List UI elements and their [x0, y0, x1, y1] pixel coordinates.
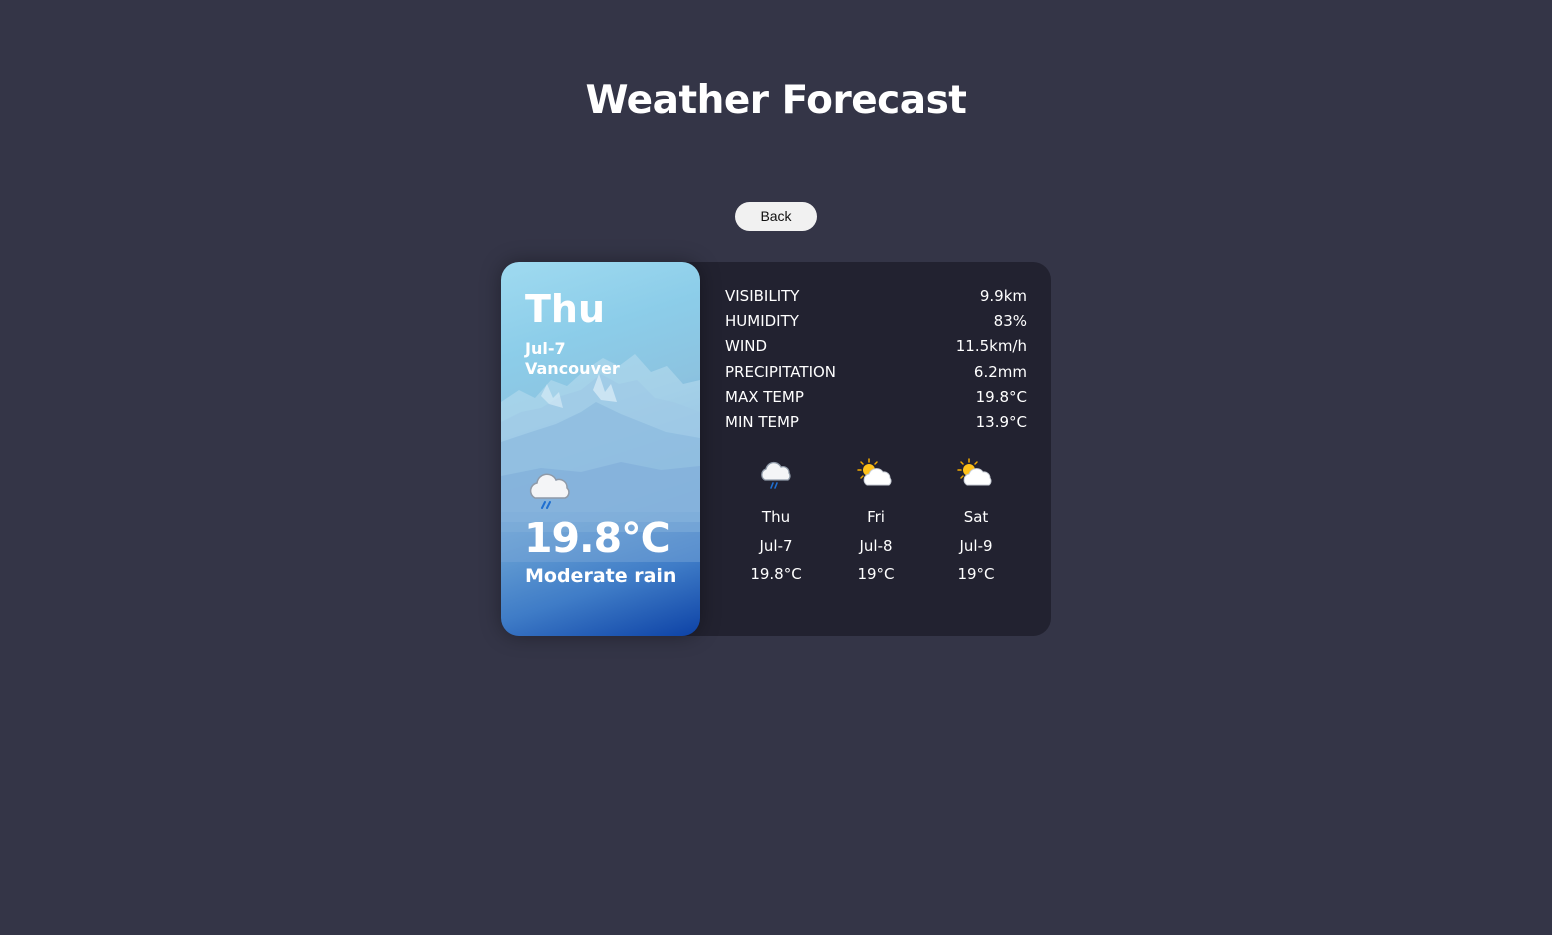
stat-row-max-temp: MAX TEMP 19.8°C [725, 385, 1027, 410]
forecast-item[interactable]: Fri Jul-8 19°C [826, 456, 926, 584]
today-temperature: 19.8°C [524, 514, 671, 562]
rain-cloud-icon [529, 473, 570, 509]
stat-label: VISIBILITY [725, 287, 800, 305]
stat-label: HUMIDITY [725, 312, 799, 331]
stat-value: 19.8°C [975, 387, 1027, 406]
stat-row-precipitation: PRECIPITATION 6.2mm [725, 360, 1027, 385]
stats-list: VISIBILITY 9.9km HUMIDITY 83% WIND 11.5k… [725, 284, 1027, 435]
today-day: Thu [525, 287, 606, 331]
forecast-list: Thu Jul-7 19.8°C Fri Jul-8 19°C Sat Jul-… [726, 456, 1026, 584]
today-city: Vancouver [525, 359, 620, 378]
forecast-temp: 19°C [957, 565, 995, 583]
stat-value: 13.9°C [975, 412, 1027, 431]
stat-value: 9.9km [979, 287, 1027, 305]
stat-value: 6.2mm [973, 362, 1027, 381]
forecast-temp: 19.8°C [750, 565, 802, 583]
forecast-date: Jul-9 [959, 537, 993, 555]
forecast-day: Sat [963, 508, 989, 526]
stat-value: 83% [993, 312, 1027, 331]
today-date: Jul-7 [525, 339, 566, 358]
forecast-day: Fri [867, 508, 885, 526]
stat-row-humidity: HUMIDITY 83% [725, 309, 1027, 334]
forecast-date: Jul-8 [859, 537, 893, 555]
partly-sunny-icon [857, 458, 892, 486]
stat-label: MAX TEMP [725, 387, 804, 406]
stat-label: WIND [725, 337, 768, 356]
stat-row-visibility: VISIBILITY 9.9km [725, 284, 1027, 309]
forecast-temp: 19°C [857, 565, 895, 583]
today-panel: Thu Jul-7 Vancouver 19.8°C Moderate rain [501, 262, 700, 636]
page-title: Weather Forecast [585, 78, 967, 123]
forecast-date: Jul-7 [759, 537, 793, 555]
forecast-day: Thu [761, 508, 791, 526]
forecast-item[interactable]: Thu Jul-7 19.8°C [726, 456, 826, 584]
back-button[interactable]: Back [735, 202, 817, 231]
stat-label: MIN TEMP [725, 412, 799, 431]
stat-row-min-temp: MIN TEMP 13.9°C [725, 410, 1027, 435]
forecast-item[interactable]: Sat Jul-9 19°C [926, 456, 1026, 584]
rain-cloud-icon [761, 461, 791, 489]
partly-sunny-icon [957, 458, 992, 486]
weather-card: Thu Jul-7 Vancouver 19.8°C Moderate rain… [501, 262, 1051, 636]
stat-label: PRECIPITATION [725, 362, 837, 381]
stat-value: 11.5km/h [955, 337, 1027, 356]
stat-row-wind: WIND 11.5km/h [725, 334, 1027, 359]
today-condition: Moderate rain [525, 565, 677, 587]
